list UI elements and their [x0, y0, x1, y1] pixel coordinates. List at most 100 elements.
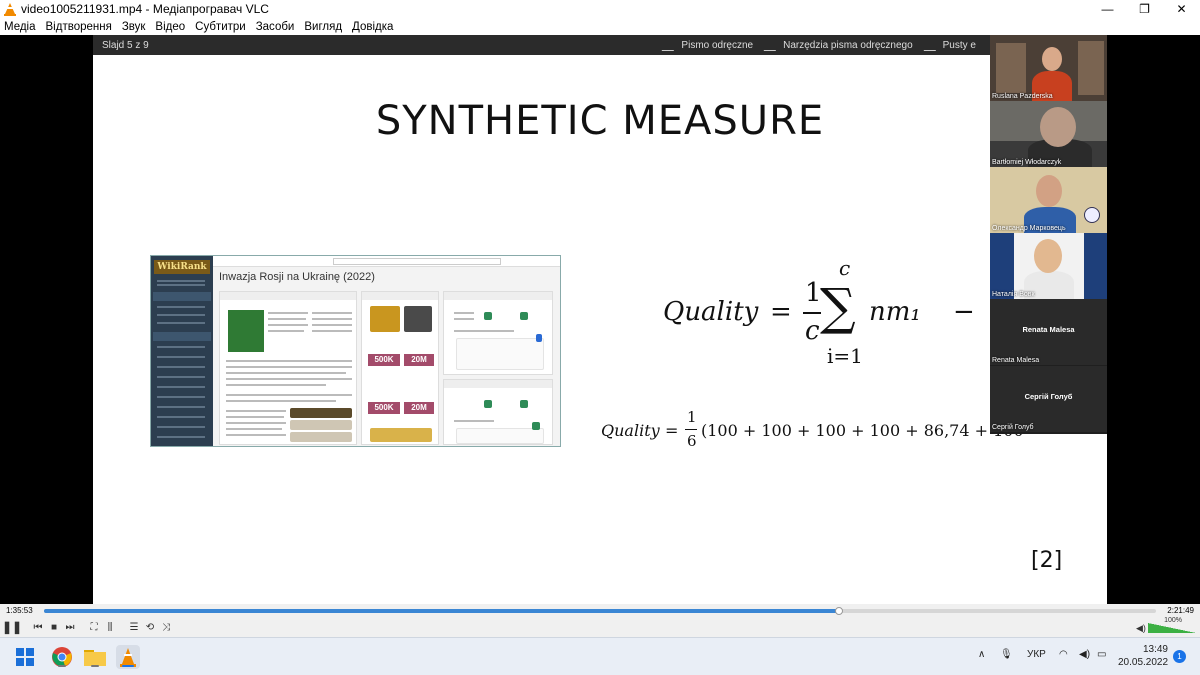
- seek-bar[interactable]: [44, 607, 1156, 615]
- formula-term: nm₁: [869, 297, 921, 327]
- stop-icon: ■: [50, 621, 58, 633]
- fullscreen-icon: ⛶: [90, 621, 98, 633]
- example-fraction-denominator: 6: [687, 432, 697, 450]
- example-lhs: Quality: [601, 421, 660, 440]
- previous-icon: ⏮: [33, 621, 43, 633]
- embedded-chip: 20M: [404, 354, 434, 366]
- menu-playback[interactable]: Відтворення: [46, 21, 112, 33]
- playlist-button[interactable]: ☰: [126, 619, 142, 635]
- participants-panel: Ruslana Pazderska Bartłomiej Włodarczyk …: [990, 35, 1107, 434]
- embedded-screenshot: WikiRank Inwazja Rosji na Ukrainę (2022)…: [150, 255, 561, 447]
- menu-subtitles[interactable]: Субтитри: [195, 21, 246, 33]
- start-button[interactable]: [13, 645, 37, 669]
- loop-icon: ⟲: [145, 621, 155, 633]
- presentation-toolbar: Slajd 5 z 9 Pismo odręczne Narzędzia pis…: [93, 35, 990, 55]
- shuffle-icon: ⤨: [162, 621, 170, 633]
- microphone-icon[interactable]: 🎙: [1000, 649, 1013, 660]
- participant-name: Сергій Голуб: [992, 424, 1034, 431]
- next-button[interactable]: ⏭: [62, 619, 78, 635]
- notification-badge[interactable]: 1: [1173, 650, 1186, 663]
- menu-bar: Медіа Відтворення Звук Відео Субтитри За…: [0, 18, 1200, 35]
- participant-tile[interactable]: Renata Malesa Renata Malesa: [990, 299, 1107, 365]
- ink-tools[interactable]: Narzędzia pisma odręcznego: [763, 39, 913, 51]
- clock-time: 13:49: [1142, 644, 1168, 655]
- vlc-cone-icon: [120, 648, 136, 667]
- pause-button[interactable]: ❚❚: [1, 619, 23, 635]
- pen-tool[interactable]: Pismo odręczne: [661, 39, 754, 51]
- sum-symbol-icon: ∑: [820, 278, 856, 336]
- embedded-article-card: [219, 291, 357, 445]
- participant-tile[interactable]: Ruslana Pazderska: [990, 35, 1107, 101]
- maximize-button[interactable]: ❐: [1126, 0, 1163, 18]
- minimize-icon: —: [1101, 2, 1114, 16]
- taskbar: ∧ 🎙 УКР ◠ ◀) ▭ 13:49 20.05.2022 1: [0, 637, 1200, 675]
- maximize-icon: ❐: [1139, 2, 1150, 16]
- fullscreen-button[interactable]: ⛶: [86, 619, 102, 635]
- explorer-taskbar-button[interactable]: [83, 645, 107, 669]
- ink-tools-icon: [763, 39, 783, 51]
- tray-overflow-icon[interactable]: ∧: [978, 649, 985, 660]
- example-fraction-bar: [685, 429, 697, 430]
- embedded-map: [228, 310, 264, 352]
- minimize-button[interactable]: —: [1089, 0, 1126, 18]
- volume-slider[interactable]: [1148, 623, 1196, 633]
- participant-tile[interactable]: Bartłomiej Włodarczyk: [990, 101, 1107, 167]
- controls-bar: ❚❚ ⏮ ■ ⏭ ⛶ ⫼ ☰ ⟲ ⤨ ◀) 100%: [0, 617, 1200, 637]
- sum-lower-limit: i=1: [827, 344, 863, 368]
- menu-media[interactable]: Медіа: [4, 21, 36, 33]
- video-area[interactable]: Slajd 5 z 9 Pismo odręczne Narzędzia pis…: [0, 35, 1200, 604]
- embedded-popularity-card: [443, 291, 553, 375]
- formula-minus: −: [953, 297, 975, 327]
- slide: SYNTHETIC MEASURE WikiRank Inwazja Rosji…: [93, 55, 1107, 604]
- menu-view[interactable]: Вигляд: [304, 21, 342, 33]
- loop-button[interactable]: ⟲: [142, 619, 158, 635]
- participant-tile[interactable]: Сергій Голуб Сергій Голуб: [990, 366, 1107, 432]
- clock[interactable]: 13:49 20.05.2022: [1118, 643, 1168, 669]
- elapsed-time: 1:35:53: [6, 606, 33, 615]
- volume-icon[interactable]: ◀): [1136, 623, 1146, 634]
- window-title: video1005211931.mp4 - Медіапрогравач VLC: [21, 2, 269, 16]
- example-equals: =: [665, 421, 679, 440]
- seek-row: 1:35:53 2:21:49: [0, 604, 1200, 618]
- participant-tile[interactable]: Олександр Марковець: [990, 167, 1107, 233]
- menu-help[interactable]: Довідка: [352, 21, 393, 33]
- input-language[interactable]: УКР: [1027, 649, 1046, 660]
- embedded-chip: 20M: [404, 402, 434, 414]
- embedded-chip: 500K: [368, 402, 400, 414]
- pen-icon: [661, 39, 681, 51]
- slide-title: SYNTHETIC MEASURE: [375, 98, 825, 144]
- participant-name: Наталія Вовк: [992, 291, 1035, 298]
- participant-name: Ruslana Pazderska: [992, 93, 1053, 100]
- equalizer-icon: ⫼: [107, 621, 113, 633]
- menu-audio[interactable]: Звук: [122, 21, 146, 33]
- formula-fraction-denominator: c: [805, 316, 820, 346]
- vlc-taskbar-button[interactable]: [116, 645, 140, 669]
- pen-tool-label: Pismo odręczne: [681, 39, 754, 51]
- sum-upper-limit: c: [839, 256, 851, 280]
- menu-tools[interactable]: Засоби: [256, 21, 295, 33]
- wifi-icon[interactable]: ◠: [1059, 649, 1068, 660]
- blank-tool-icon: [923, 39, 943, 51]
- slide-counter: Slajd 5 z 9: [102, 39, 149, 51]
- participant-tile[interactable]: Наталія Вовк: [990, 233, 1107, 299]
- close-icon: ✕: [1176, 2, 1187, 16]
- participant-center-name: Сергій Голуб: [1024, 392, 1073, 401]
- close-button[interactable]: ✕: [1163, 0, 1200, 18]
- formula-lhs: Quality: [663, 297, 759, 327]
- battery-icon[interactable]: ▭: [1097, 649, 1106, 660]
- speaker-icon[interactable]: ◀): [1079, 649, 1090, 660]
- blank-tool[interactable]: Pusty e: [923, 39, 976, 51]
- seek-handle[interactable]: [834, 607, 843, 615]
- ink-tools-label: Narzędzia pisma odręcznego: [783, 39, 913, 51]
- stop-button[interactable]: ■: [46, 619, 62, 635]
- participant-name: Bartłomiej Włodarczyk: [992, 159, 1062, 166]
- example-expression: (100 + 100 + 100 + 100 + 86,74 + 100: [701, 421, 1024, 440]
- pause-icon: ❚❚: [1, 620, 23, 634]
- previous-button[interactable]: ⏮: [30, 619, 46, 635]
- menu-video[interactable]: Відео: [155, 21, 185, 33]
- shuffle-button[interactable]: ⤨: [158, 619, 174, 635]
- extended-settings-button[interactable]: ⫼: [102, 619, 118, 635]
- participant-center-name: Renata Malesa: [1022, 325, 1075, 334]
- chrome-taskbar-button[interactable]: [50, 645, 74, 669]
- total-time: 2:21:49: [1167, 606, 1194, 615]
